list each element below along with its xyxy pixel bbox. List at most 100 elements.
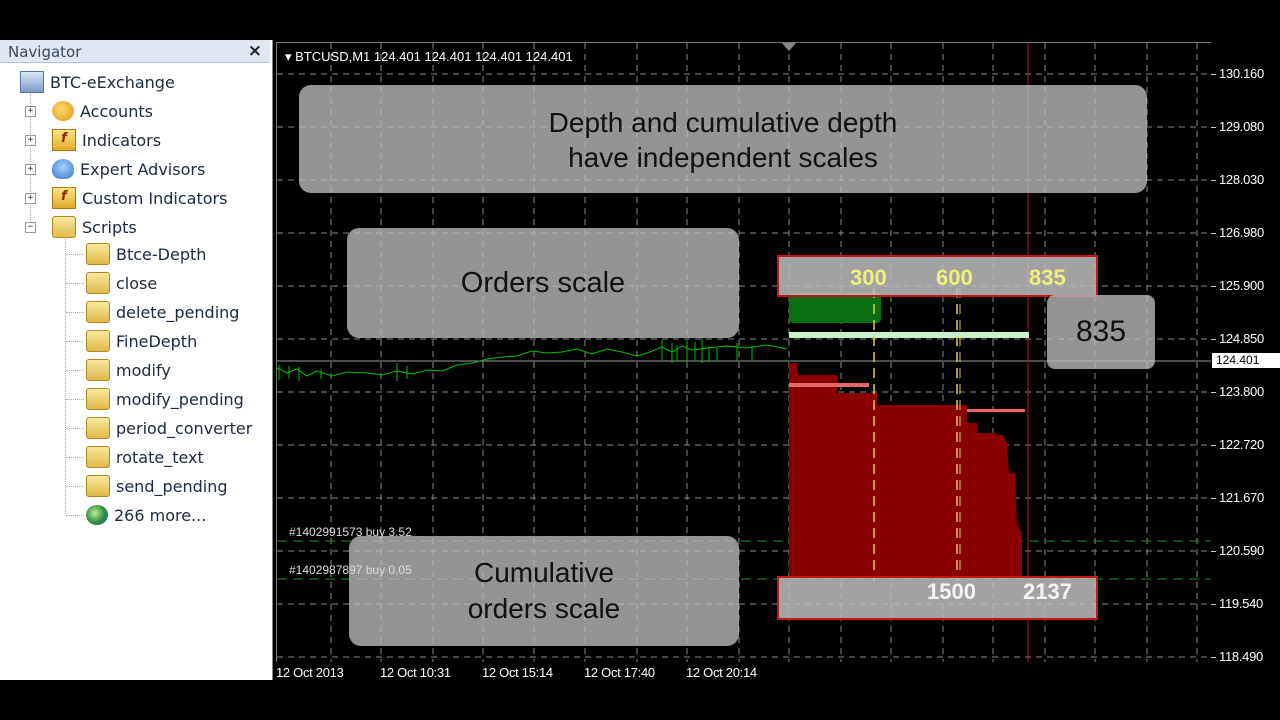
expand-icon[interactable]: +: [25, 164, 36, 175]
tree-connector: [66, 428, 84, 429]
script-icon: [86, 446, 110, 468]
callout-independent-scales: Depth and cumulative depth have independ…: [299, 85, 1147, 193]
expand-icon[interactable]: +: [25, 193, 36, 204]
script-item[interactable]: rotate_text: [86, 444, 204, 470]
expert-advisors-icon: [52, 159, 74, 179]
time-tick: 12 Oct 15:14: [482, 665, 553, 680]
expand-icon[interactable]: +: [25, 135, 36, 146]
more-label: 266 more...: [114, 505, 207, 525]
script-label: modify_pending: [116, 389, 244, 409]
script-icon: [86, 330, 110, 352]
tree-root-label: BTC-eExchange: [50, 72, 175, 92]
script-icon: [86, 243, 110, 265]
script-item[interactable]: period_converter: [86, 415, 252, 441]
script-item[interactable]: Btce-Depth: [86, 241, 206, 267]
orders-scale-300: 300: [850, 265, 887, 290]
tree-item-label: Custom Indicators: [82, 188, 228, 208]
accounts-icon: [52, 101, 74, 121]
tree-connector: [66, 254, 84, 255]
time-tick: 12 Oct 17:40: [584, 665, 655, 680]
tree-connector: [66, 341, 84, 342]
price-tick: 119.540: [1219, 596, 1263, 611]
axis-tick: [1211, 551, 1216, 552]
symbol-info: ▾ BTCUSD,M1 124.401 124.401 124.401 124.…: [285, 49, 573, 64]
axis-tick: [1211, 339, 1216, 340]
axis-tick: [1211, 180, 1216, 181]
script-item[interactable]: send_pending: [86, 473, 228, 499]
script-item[interactable]: modify_pending: [86, 386, 244, 412]
tree-item-label: Scripts: [82, 217, 137, 237]
callout-text: Orders scale: [460, 267, 626, 299]
ask-level-bar: [789, 383, 869, 387]
expand-icon[interactable]: +: [25, 106, 36, 117]
script-icon: [86, 417, 110, 439]
script-label: Btce-Depth: [116, 244, 207, 264]
scripts-icon: [52, 216, 76, 238]
tree-connector: [66, 457, 84, 458]
navigator-panel: Navigator × BTC-eExchange + Accounts + f…: [0, 40, 273, 680]
script-label: rotate_text: [116, 447, 204, 467]
script-label: FineDepth: [116, 331, 198, 351]
callout-orders-scale: Orders scale: [347, 228, 739, 338]
script-item[interactable]: modify: [86, 357, 171, 383]
close-icon[interactable]: ×: [248, 41, 262, 61]
script-item[interactable]: FineDepth: [86, 328, 197, 354]
axis-tick: [1211, 74, 1216, 75]
tree-item-root[interactable]: BTC-eExchange: [20, 69, 175, 95]
tree-item-custom-indicators[interactable]: f Custom Indicators: [52, 185, 227, 211]
tree-item-scripts[interactable]: Scripts: [52, 214, 137, 240]
tree-connector: [66, 312, 84, 313]
callout-line: orders scale: [467, 593, 621, 624]
tree-connector: [66, 486, 84, 487]
tree-item-accounts[interactable]: Accounts: [52, 98, 153, 124]
price-tick: 128.030: [1219, 172, 1264, 187]
script-label: close: [116, 273, 158, 293]
price-tick: 129.080: [1219, 119, 1264, 134]
globe-icon: [86, 505, 108, 525]
price-tick: 123.800: [1219, 384, 1264, 399]
script-icon: [86, 301, 110, 323]
tree-item-indicators[interactable]: f Indicators: [52, 127, 161, 153]
script-label: send_pending: [116, 476, 228, 496]
script-icon: [86, 388, 110, 410]
callout-line: Depth and cumulative depth: [548, 107, 898, 138]
order-label[interactable]: #1402991573 buy 3.52: [289, 525, 412, 539]
time-tick: 12 Oct 20:14: [686, 665, 757, 680]
max-volume-value: 835: [1075, 315, 1127, 348]
script-label: modify: [116, 360, 171, 380]
shift-marker: [782, 43, 796, 51]
time-tick: 12 Oct 2013: [276, 665, 344, 680]
cum-scale-1500: 1500: [927, 579, 976, 604]
axis-tick: [1211, 498, 1216, 499]
time-tick: 12 Oct 10:31: [380, 665, 451, 680]
script-item[interactable]: delete_pending: [86, 299, 239, 325]
bid-depth: [789, 293, 881, 323]
price-tick: 125.900: [1219, 278, 1264, 293]
script-item[interactable]: close: [86, 270, 157, 296]
best-bid-bar: [789, 332, 1029, 338]
tree-connector: [66, 370, 84, 371]
order-label[interactable]: #1402987897 buy 0.05: [289, 563, 412, 577]
navigator-title: Navigator: [8, 43, 82, 61]
callout-cumulative-scale: Cumulative orders scale: [349, 536, 739, 646]
script-icon: [86, 475, 110, 497]
price-tick: 122.720: [1219, 437, 1264, 452]
axis-tick: [1211, 657, 1216, 658]
script-label: delete_pending: [116, 302, 240, 322]
symbol-text: BTCUSD,M1 124.401 124.401 124.401 124.40…: [295, 49, 573, 64]
price-tick: 124.850: [1219, 331, 1264, 346]
axis-tick: [1211, 604, 1216, 605]
more-scripts-link[interactable]: 266 more...: [86, 502, 206, 528]
tree-connector: [66, 515, 84, 516]
price-tick: 121.670: [1219, 490, 1264, 505]
max-volume-box: 835: [1047, 295, 1155, 369]
tree-item-expert-advisors[interactable]: Expert Advisors: [52, 156, 205, 182]
current-price-tag: 124.401: [1212, 353, 1280, 368]
collapse-icon[interactable]: −: [25, 222, 36, 233]
chart-window[interactable]: ▾ BTCUSD,M1 124.401 124.401 124.401 124.…: [276, 42, 1213, 664]
cum-scale-2137: 2137: [1023, 579, 1072, 604]
orders-scale-600: 600: [936, 265, 973, 290]
script-icon: [86, 359, 110, 381]
script-label: period_converter: [116, 418, 253, 438]
tree-connector: [66, 399, 84, 400]
